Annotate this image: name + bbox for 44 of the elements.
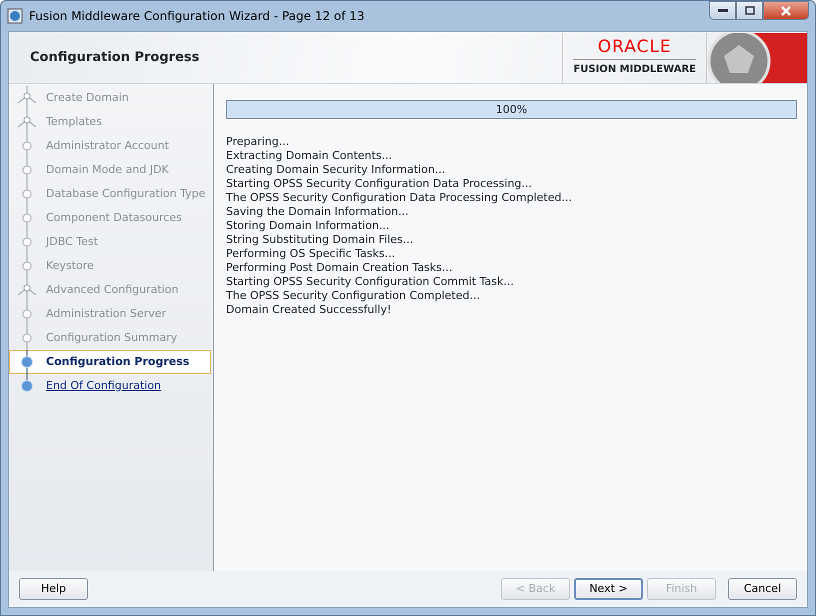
next-button[interactable]: Next > (574, 578, 643, 600)
log-line: Saving the Domain Information... (226, 205, 410, 219)
log-line: The OPSS Security Configuration Data Processing Completed... (226, 191, 573, 205)
cancel-button[interactable]: Cancel (728, 578, 797, 600)
product-name: FUSION MIDDLEWARE (573, 58, 696, 76)
step-label: JDBC Test (46, 234, 98, 250)
step-label: Component Datasources (46, 210, 182, 226)
log-line: String Substituting Domain Files... (226, 233, 414, 247)
step-label: Create Domain (46, 90, 129, 106)
help-button[interactable]: Help (19, 578, 88, 600)
minimize-icon (718, 8, 728, 12)
log-line: Performing OS Specific Tasks... (226, 247, 396, 261)
step-label: Templates (46, 114, 102, 130)
branch-node-icon (16, 278, 38, 302)
step-label: Database Configuration Type (46, 186, 206, 202)
step-label: Domain Mode and JDK (46, 162, 169, 178)
log-line: The OPSS Security Configuration Completed... (226, 289, 481, 303)
log-line: Starting OPSS Security Configuration Commit Task... (226, 275, 515, 289)
log-line: Storing Domain Information... (226, 219, 390, 233)
step-label: Advanced Configuration (46, 282, 178, 298)
window-title: Fusion Middleware Configuration Wizard - Page 12 of 13 (29, 8, 365, 25)
branch-node-icon (16, 86, 38, 110)
branch-node-icon (16, 110, 38, 134)
page-title: Configuration Progress (29, 48, 200, 67)
step-label: Administration Server (46, 306, 166, 322)
log-line: Extracting Domain Contents... (226, 149, 394, 163)
progress-percent: 100% (494, 102, 528, 118)
step-label: Administrator Account (46, 138, 169, 154)
log-line: Starting OPSS Security Configuration Data Processing... (226, 177, 533, 191)
log-line: Performing Post Domain Creation Tasks... (226, 261, 454, 275)
step-label: Configuration Summary (46, 330, 178, 346)
maximize-icon (744, 6, 754, 15)
close-icon (781, 6, 791, 16)
brand-logo: ORACLE (598, 38, 672, 56)
log-line: Preparing... (226, 135, 290, 149)
log-line: Domain Created Successfully! (226, 303, 392, 317)
close-button[interactable] (763, 1, 809, 20)
log-line: Creating Domain Security Information... (226, 163, 446, 177)
app-icon (7, 8, 23, 24)
step-label: Configuration Progress (46, 354, 190, 370)
minimize-button[interactable] (709, 1, 736, 20)
step-label: Keystore (46, 258, 94, 274)
step-link[interactable]: End Of Configuration (46, 378, 162, 394)
maximize-button[interactable] (736, 1, 763, 20)
